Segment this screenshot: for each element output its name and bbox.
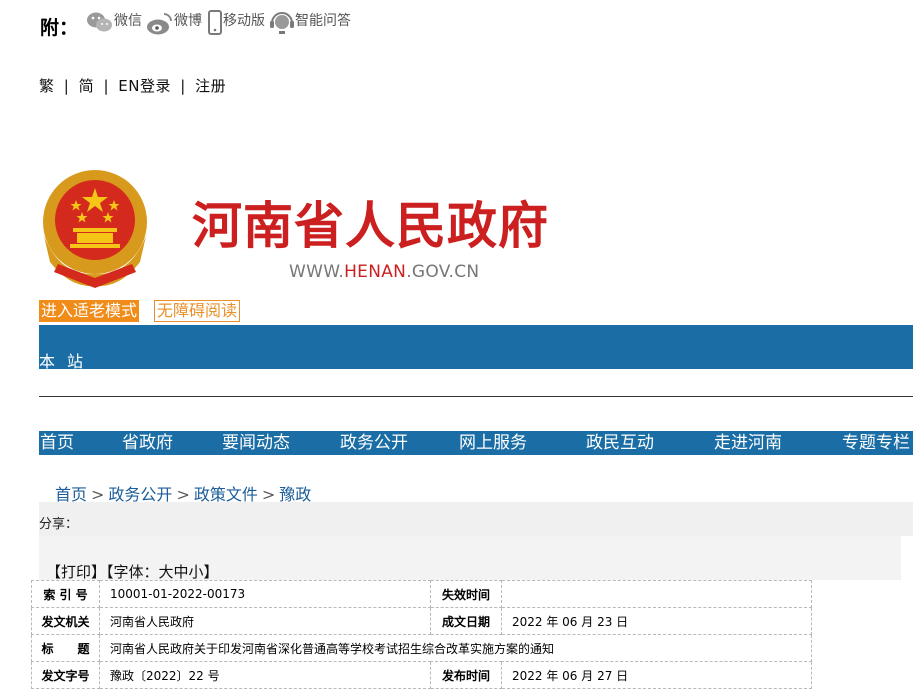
expire-value	[501, 580, 812, 608]
share-mobile-label: 移动版	[223, 13, 265, 29]
barrier-free-button[interactable]: 无障碍阅读	[154, 300, 241, 322]
print-button[interactable]: 【打印】	[46, 563, 106, 581]
share-assistant[interactable]: 智能问答	[269, 10, 351, 40]
created-value: 2022 年 06 月 23 日	[501, 607, 812, 635]
lang-sep: |	[180, 77, 186, 95]
docno-value: 豫政〔2022〕22 号	[99, 661, 431, 689]
domain-suffix: .GOV.CN	[406, 262, 480, 282]
share-weibo-label: 微博	[174, 13, 202, 29]
share-mobile[interactable]: 移动版	[207, 10, 265, 40]
issuer-label: 发文机关	[31, 607, 100, 635]
share-bar	[39, 502, 913, 536]
site-search-scope[interactable]: 本站	[39, 348, 95, 372]
expire-label: 失效时间	[430, 580, 502, 608]
published-value: 2022 年 06 月 27 日	[501, 661, 812, 689]
published-label: 发布时间	[430, 661, 502, 689]
font-size-control[interactable]: 【字体：大中小】	[106, 563, 219, 581]
issuer-value: 河南省人民政府	[99, 607, 431, 635]
divider	[39, 396, 913, 397]
nav-news[interactable]: 要闻动态	[222, 431, 290, 455]
index-label: 索 引 号	[31, 580, 100, 608]
domain-main: HENAN	[344, 262, 407, 282]
wechat-icon	[86, 10, 114, 38]
weibo-icon	[146, 10, 174, 40]
nav-about-henan[interactable]: 走进河南	[714, 431, 782, 455]
document-meta-table: 索 引 号 10001-01-2022-00173 失效时间 发文机关 河南省人…	[31, 580, 812, 689]
created-label: 成文日期	[430, 607, 502, 635]
docno-label: 发文字号	[31, 661, 100, 689]
share-assistant-label: 智能问答	[295, 13, 351, 29]
table-row: 发文字号 豫政〔2022〕22 号 发布时间 2022 年 06 月 27 日	[31, 661, 812, 689]
table-row: 索 引 号 10001-01-2022-00173 失效时间	[31, 580, 812, 608]
login-link[interactable]: 登录	[140, 77, 171, 95]
nav-provincial-gov[interactable]: 省政府	[122, 431, 173, 455]
mobile-icon	[207, 10, 223, 40]
index-value: 10001-01-2022-00173	[99, 580, 431, 608]
lang-traditional[interactable]: 繁	[39, 77, 55, 95]
table-row: 发文机关 河南省人民政府 成文日期 2022 年 06 月 23 日	[31, 607, 812, 635]
assistant-icon	[269, 10, 295, 40]
register-link[interactable]: 注册	[195, 77, 226, 95]
search-band	[39, 325, 913, 369]
site-domain: WWW.HENAN.GOV.CN	[289, 262, 479, 282]
domain-prefix: WWW.	[289, 262, 345, 282]
share-wechat-label: 微信	[114, 13, 142, 29]
lang-simplified[interactable]: 简	[79, 77, 95, 95]
nav-online-services[interactable]: 网上服务	[459, 431, 527, 455]
lang-bar: 繁 | 简 | EN登录 | 注册	[39, 75, 230, 96]
title-value: 河南省人民政府关于印发河南省深化普通高等学校考试招生综合改革实施方案的通知	[99, 634, 812, 662]
share-label: 分享：	[39, 517, 79, 532]
nav-home[interactable]: 首页	[40, 431, 74, 455]
lang-english[interactable]: EN	[118, 77, 140, 95]
elder-mode-button[interactable]: 进入适老模式	[39, 300, 140, 322]
article-tools: 【打印】【字体：大中小】	[46, 561, 219, 582]
share-wechat[interactable]: 微信	[86, 10, 142, 38]
site-name[interactable]: 河南省人民政府	[192, 186, 549, 258]
national-emblem-icon[interactable]	[40, 166, 150, 290]
nav-special-topics[interactable]: 专题专栏	[842, 431, 913, 455]
nav-interaction[interactable]: 政民互动	[586, 431, 654, 455]
table-row: 标 题 河南省人民政府关于印发河南省深化普通高等学校考试招生综合改革实施方案的通…	[31, 634, 812, 662]
nav-gov-affairs[interactable]: 政务公开	[340, 431, 408, 455]
share-weibo[interactable]: 微博	[146, 10, 202, 40]
share-prefix: 附：	[40, 17, 79, 39]
title-label: 标 题	[31, 634, 100, 662]
lang-sep: |	[103, 77, 109, 95]
lang-sep: |	[63, 77, 70, 95]
